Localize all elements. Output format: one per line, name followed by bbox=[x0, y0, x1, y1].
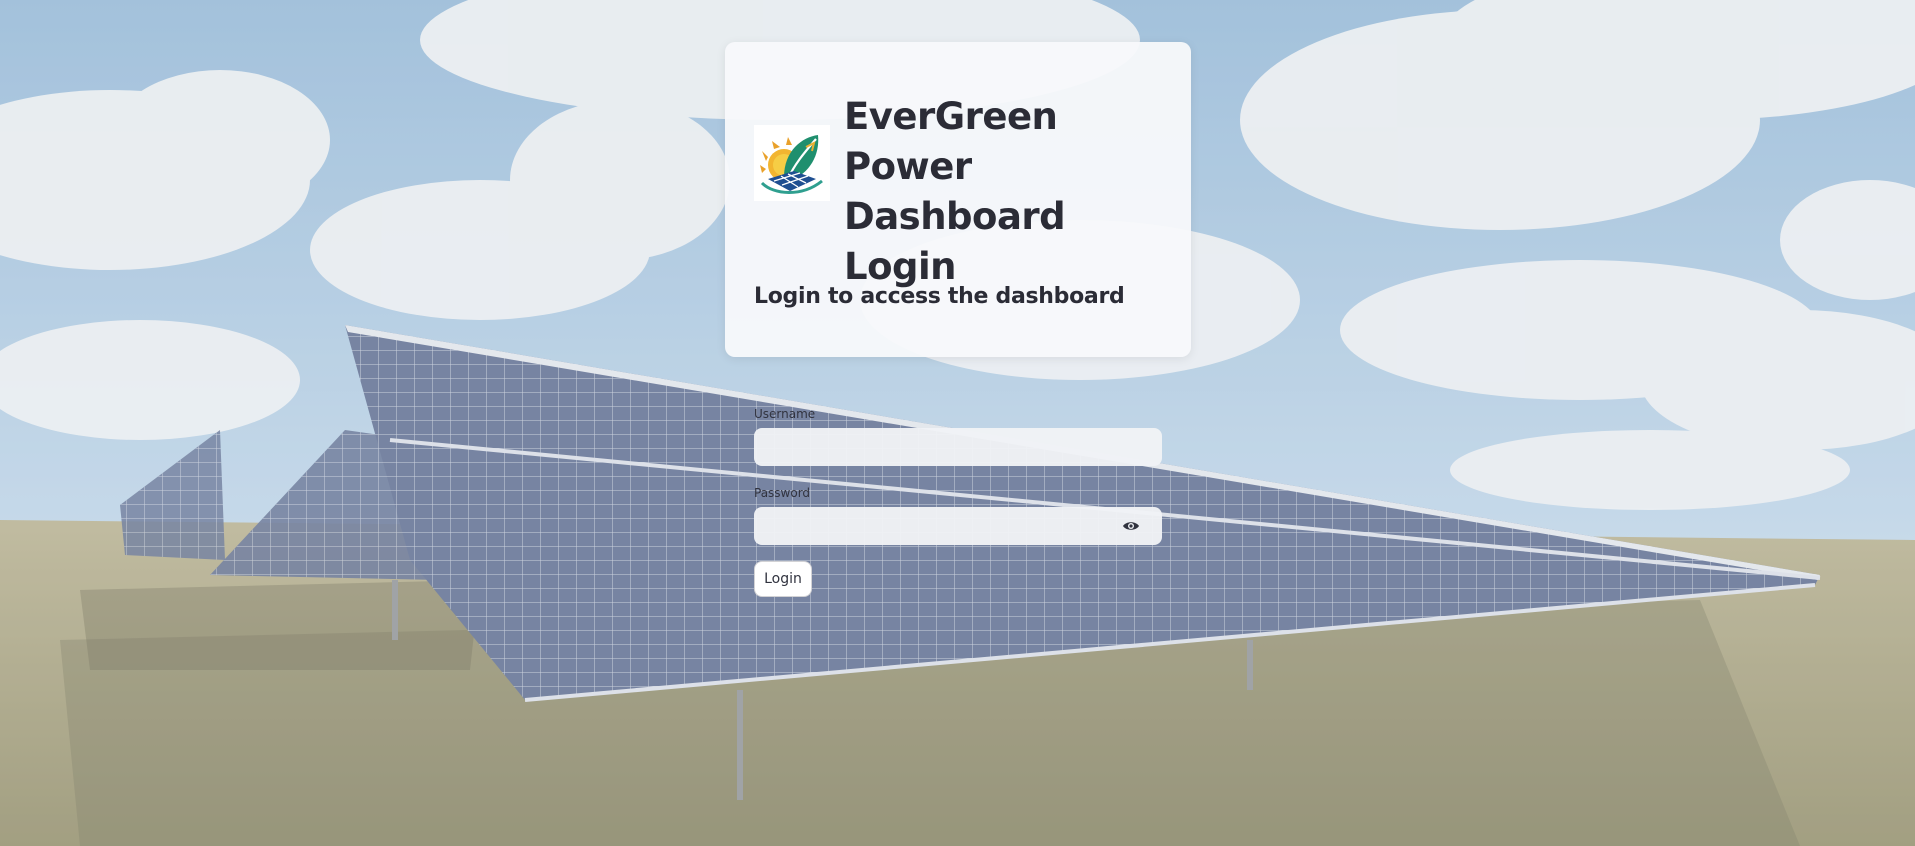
login-card: EverGreen Power Dashboard Login Login to… bbox=[725, 42, 1191, 357]
login-subtitle: Login to access the dashboard bbox=[754, 284, 1125, 309]
login-button[interactable]: Login bbox=[754, 561, 812, 597]
leaf-sun-solar-icon bbox=[760, 135, 823, 195]
show-password-toggle[interactable] bbox=[1120, 516, 1142, 536]
username-label: Username bbox=[754, 407, 816, 421]
password-label: Password bbox=[754, 486, 811, 500]
page-title: EverGreen Power Dashboard Login bbox=[844, 95, 1066, 288]
eye-icon bbox=[1123, 522, 1139, 530]
password-input[interactable] bbox=[754, 507, 1162, 545]
login-page: EverGreen Power Dashboard Login Login to… bbox=[0, 0, 1915, 846]
username-input[interactable] bbox=[754, 428, 1162, 466]
evergreen-logo bbox=[754, 125, 830, 201]
